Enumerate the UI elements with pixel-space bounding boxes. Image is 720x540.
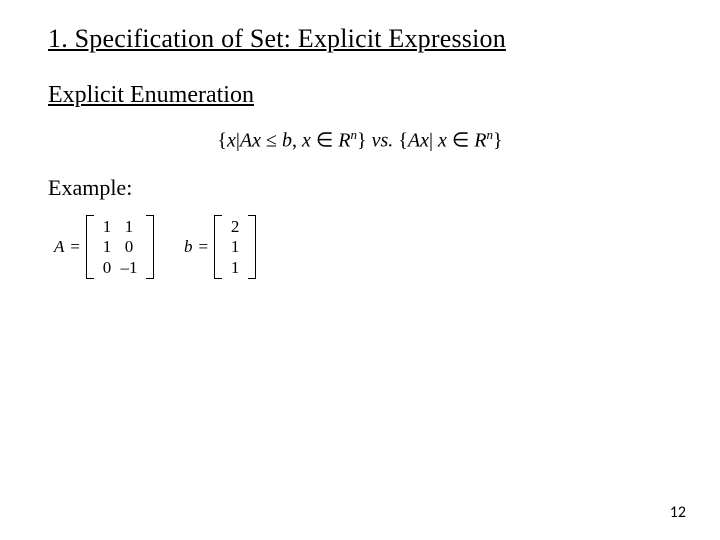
such-that-bar: |: [429, 130, 438, 152]
vector-b-body: 2 1 1: [222, 215, 248, 280]
set-R: R: [474, 130, 486, 152]
matrix-A: 1 1 1 0 0 –1: [86, 215, 154, 280]
bracket-right: [248, 215, 256, 280]
matrix-cell: 1: [226, 258, 244, 278]
matrix-cell: 0: [98, 258, 116, 278]
term-Ax: Ax: [240, 130, 261, 152]
vector-b: 2 1 1: [214, 215, 256, 280]
matrix-cell: 2: [226, 217, 244, 237]
lbrace: {: [398, 130, 408, 152]
matrix-cell: 0: [116, 237, 142, 257]
bracket-left: [86, 215, 94, 280]
var-x: x: [438, 130, 447, 152]
matrix-cell: 1: [116, 217, 142, 237]
rbrace: }: [493, 130, 503, 152]
section-subhead: Explicit Enumeration: [48, 82, 672, 109]
set-formula: {x|Ax ≤ b, x ∈ Rn} vs. {Ax| x ∈ Rn}: [48, 127, 672, 153]
matrix-cell: 1: [98, 237, 116, 257]
bracket-left: [214, 215, 222, 280]
var-x: x: [227, 130, 236, 152]
matrix-A-name: A: [54, 237, 64, 257]
equals-sign: =: [70, 237, 80, 257]
slide-title: 1. Specification of Set: Explicit Expres…: [48, 24, 672, 54]
vector-b-name: b: [184, 237, 193, 257]
example-label: Example:: [48, 175, 672, 201]
set-R: R: [338, 130, 350, 152]
vs-text: vs.: [367, 130, 399, 152]
comma: ,: [292, 130, 302, 152]
equals-sign: =: [198, 237, 208, 257]
example-matrices: A = 1 1 1 0 0 –1 b = 2: [54, 215, 672, 280]
matrix-cell: 1: [226, 237, 244, 257]
matrix-cell: –1: [116, 258, 142, 278]
element-of: ∈: [447, 130, 474, 152]
var-x: x: [302, 130, 311, 152]
lbrace: {: [217, 130, 227, 152]
matrix-A-definition: A = 1 1 1 0 0 –1: [54, 215, 154, 280]
element-of: ∈: [311, 130, 338, 152]
bracket-right: [146, 215, 154, 280]
leq-symbol: ≤: [261, 130, 282, 152]
matrix-A-body: 1 1 1 0 0 –1: [94, 215, 146, 280]
rbrace: }: [357, 130, 367, 152]
term-Ax: Ax: [408, 130, 429, 152]
page-number: 12: [670, 503, 686, 522]
term-b: b: [282, 130, 292, 152]
vector-b-definition: b = 2 1 1: [184, 215, 256, 280]
matrix-cell: 1: [98, 217, 116, 237]
